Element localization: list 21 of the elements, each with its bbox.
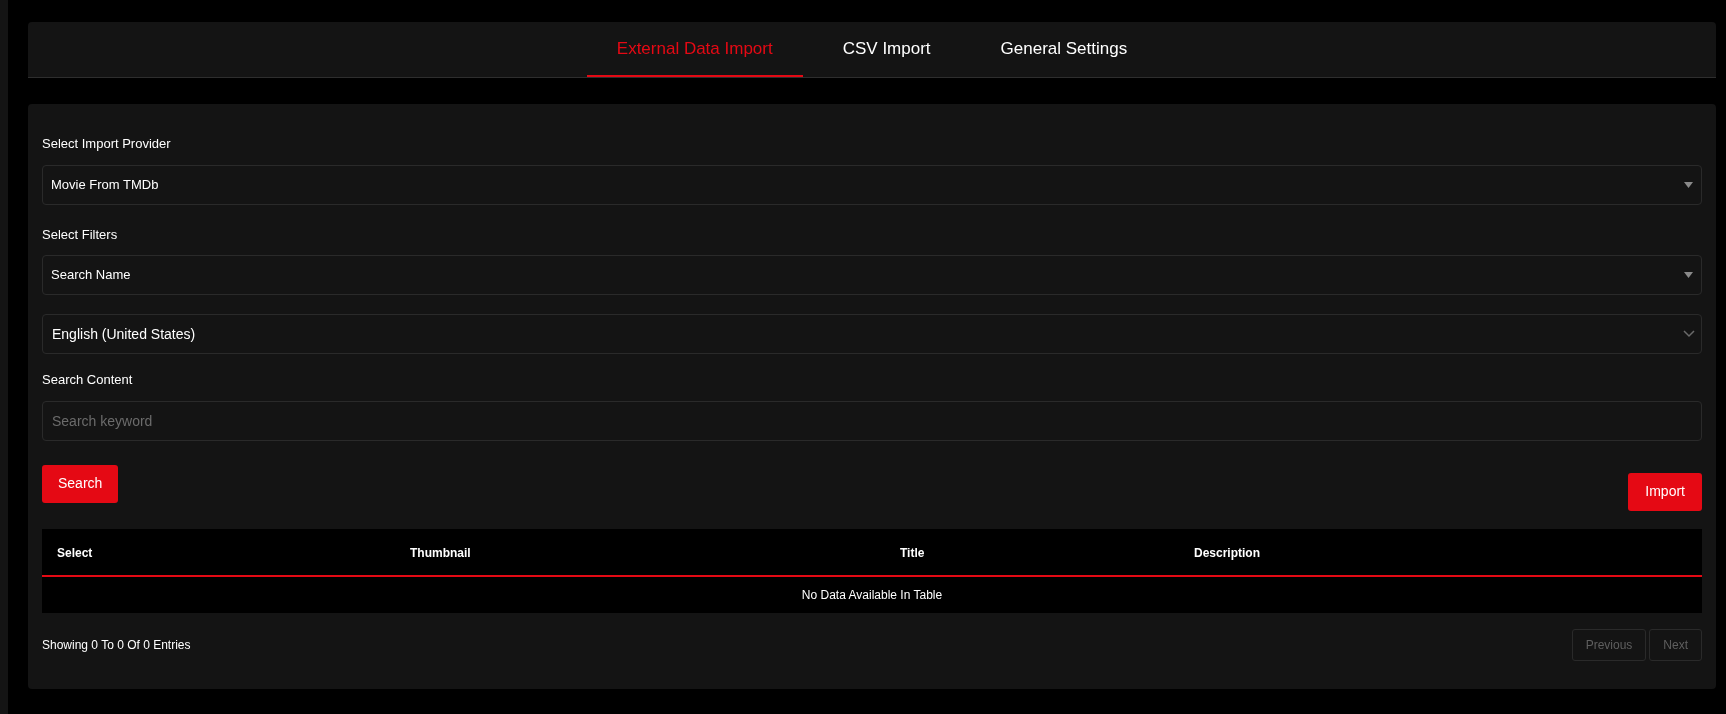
dropdown-caret-icon <box>1684 272 1693 278</box>
import-button[interactable]: Import <box>1628 472 1702 511</box>
tab[interactable]: General Settings <box>970 22 1158 77</box>
empty-table-message: No Data Available In Table <box>801 586 943 604</box>
column-header: Thumbnail <box>410 545 471 560</box>
language-select[interactable]: English (United States) <box>42 314 1702 354</box>
field-label: Select Filters <box>42 225 118 244</box>
column-header: Title <box>900 545 925 560</box>
column-header: Description <box>1194 545 1260 560</box>
entries-info: Showing 0 To 0 Of 0 Entries <box>42 636 191 654</box>
chevron-down-icon <box>1683 330 1695 338</box>
field-label: Select Import Provider <box>42 135 171 153</box>
filter-select[interactable]: Search Name <box>42 255 1702 295</box>
tab[interactable]: External Data Import <box>586 22 803 77</box>
tab[interactable]: CSV Import <box>812 22 961 77</box>
provider-select[interactable]: Movie From TMDb <box>42 164 1702 205</box>
dropdown-caret-icon <box>1684 181 1693 188</box>
search-field[interactable]: Search keyword <box>42 400 1702 441</box>
field-label: Search Content <box>42 371 133 389</box>
search-button[interactable]: Search <box>42 464 119 503</box>
column-header: Select <box>57 545 93 560</box>
